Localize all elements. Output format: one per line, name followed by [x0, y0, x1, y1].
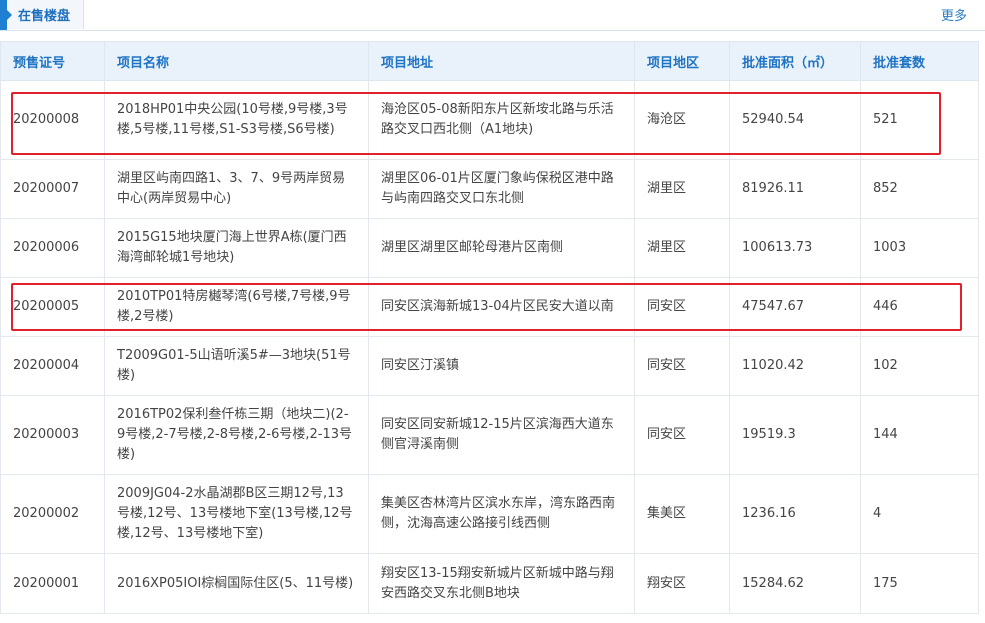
cell-project-district: 翔安区: [634, 553, 730, 614]
cell-project-district: 同安区: [634, 277, 730, 337]
cell-project-name[interactable]: 2016XP05IOI棕榈国际住区(5、11号楼): [104, 553, 369, 614]
more-link[interactable]: 更多: [941, 5, 967, 24]
cell-approved-units: 4: [860, 474, 979, 554]
table-row[interactable]: 20200005 2010TP01特房樾琴湾(6号楼,7号楼,9号楼,2号楼) …: [0, 277, 979, 337]
tab-label: 在售楼盘: [18, 9, 71, 24]
presale-table-container: 预售证号 项目名称 项目地址 项目地区 批准面积（㎡） 批准套数 2020000…: [0, 41, 979, 614]
table-header-row: 预售证号 项目名称 项目地址 项目地区 批准面积（㎡） 批准套数: [0, 41, 979, 81]
cell-project-address: 同安区同安新城12-15片区滨海西大道东侧官浔溪南侧: [368, 395, 635, 475]
table-row[interactable]: 20200003 2016TP02保利叁仟栋三期（地块二)(2-9号楼,2-7号…: [0, 395, 979, 475]
tab-bar: 在售楼盘 更多: [0, 0, 985, 31]
cell-approved-units: 144: [860, 395, 979, 475]
cell-project-district: 湖里区: [634, 159, 730, 219]
header-project-district: 项目地区: [634, 41, 730, 81]
cell-project-name[interactable]: 湖里区屿南四路1、3、7、9号两岸贸易中心(两岸贸易中心): [104, 159, 369, 219]
header-project-name: 项目名称: [104, 41, 369, 81]
header-approved-units: 批准套数: [860, 41, 979, 81]
cell-project-address: 湖里区06-01片区厦门象屿保税区港中路与屿南四路交叉口东北侧: [368, 159, 635, 219]
cell-project-district: 湖里区: [634, 218, 730, 278]
cell-permit-no: 20200006: [0, 218, 105, 278]
cell-approved-area: 11020.42: [729, 336, 861, 396]
header-permit-no: 预售证号: [0, 41, 105, 81]
cell-project-district: 海沧区: [634, 80, 730, 160]
cell-approved-area: 19519.3: [729, 395, 861, 475]
table-row[interactable]: 20200002 2009JG04-2水晶湖郡B区三期12号,13号楼,12号、…: [0, 474, 979, 554]
header-approved-area: 批准面积（㎡）: [729, 41, 861, 81]
tab-accent-bar: [0, 0, 7, 30]
cell-project-address: 同安区汀溪镇: [368, 336, 635, 396]
cell-project-address: 同安区滨海新城13-04片区民安大道以南: [368, 277, 635, 337]
cell-permit-no: 20200008: [0, 80, 105, 160]
cell-permit-no: 20200007: [0, 159, 105, 219]
cell-permit-no: 20200002: [0, 474, 105, 554]
table-row[interactable]: 20200004 T2009G01-5山语听溪5#—3地块(51号楼) 同安区汀…: [0, 336, 979, 396]
page: 在售楼盘 更多 预售证号 项目名称 项目地址 项目地区 批准面积（㎡） 批准套数…: [0, 0, 985, 623]
cell-project-name[interactable]: 2016TP02保利叁仟栋三期（地块二)(2-9号楼,2-7号楼,2-8号楼,2…: [104, 395, 369, 475]
header-project-address: 项目地址: [368, 41, 635, 81]
cell-approved-units: 852: [860, 159, 979, 219]
cell-project-name[interactable]: 2018HP01中央公园(10号楼,9号楼,3号楼,5号楼,11号楼,S1-S3…: [104, 80, 369, 160]
cell-approved-units: 446: [860, 277, 979, 337]
cell-project-address: 集美区杏林湾片区滨水东岸，湾东路西南侧，沈海高速公路接引线西侧: [368, 474, 635, 554]
cell-project-name[interactable]: 2009JG04-2水晶湖郡B区三期12号,13号楼,12号、13号楼地下室(1…: [104, 474, 369, 554]
cell-approved-area: 47547.67: [729, 277, 861, 337]
table-row[interactable]: 20200006 2015G15地块厦门海上世界A栋(厦门西海湾邮轮城1号地块)…: [0, 218, 979, 278]
table-row[interactable]: 20200007 湖里区屿南四路1、3、7、9号两岸贸易中心(两岸贸易中心) 湖…: [0, 159, 979, 219]
tab-arrow-icon: [7, 10, 12, 20]
cell-project-name[interactable]: 2010TP01特房樾琴湾(6号楼,7号楼,9号楼,2号楼): [104, 277, 369, 337]
cell-approved-units: 175: [860, 553, 979, 614]
cell-approved-area: 1236.16: [729, 474, 861, 554]
cell-approved-units: 1003: [860, 218, 979, 278]
cell-approved-area: 100613.73: [729, 218, 861, 278]
cell-project-name[interactable]: 2015G15地块厦门海上世界A栋(厦门西海湾邮轮城1号地块): [104, 218, 369, 278]
cell-project-address: 湖里区湖里区邮轮母港片区南侧: [368, 218, 635, 278]
cell-approved-units: 521: [860, 80, 979, 160]
table-row[interactable]: 20200001 2016XP05IOI棕榈国际住区(5、11号楼) 翔安区13…: [0, 553, 979, 614]
cell-approved-area: 52940.54: [729, 80, 861, 160]
cell-approved-area: 15284.62: [729, 553, 861, 614]
cell-permit-no: 20200005: [0, 277, 105, 337]
cell-project-district: 集美区: [634, 474, 730, 554]
cell-permit-no: 20200004: [0, 336, 105, 396]
cell-project-name[interactable]: T2009G01-5山语听溪5#—3地块(51号楼): [104, 336, 369, 396]
cell-project-district: 同安区: [634, 395, 730, 475]
cell-project-address: 海沧区05-08新阳东片区新垵北路与乐活路交叉口西北侧（A1地块): [368, 80, 635, 160]
cell-project-district: 同安区: [634, 336, 730, 396]
cell-permit-no: 20200003: [0, 395, 105, 475]
cell-approved-units: 102: [860, 336, 979, 396]
presale-table: 预售证号 项目名称 项目地址 项目地区 批准面积（㎡） 批准套数 2020000…: [0, 41, 979, 614]
cell-approved-area: 81926.11: [729, 159, 861, 219]
cell-permit-no: 20200001: [0, 553, 105, 614]
cell-project-address: 翔安区13-15翔安新城片区新城中路与翔安西路交叉东北侧B地块: [368, 553, 635, 614]
tab-on-sale[interactable]: 在售楼盘: [0, 0, 84, 30]
table-row[interactable]: 20200008 2018HP01中央公园(10号楼,9号楼,3号楼,5号楼,1…: [0, 80, 979, 160]
